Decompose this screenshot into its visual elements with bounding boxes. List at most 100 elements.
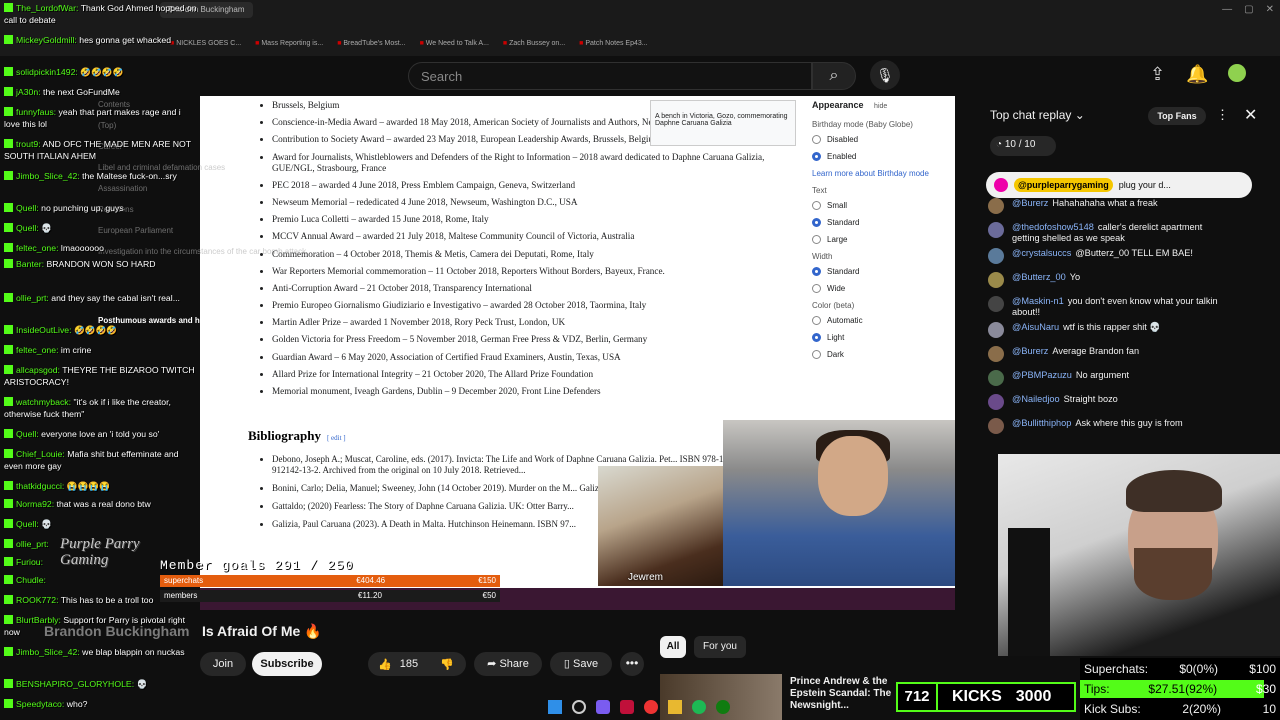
twitch-chat-message[interactable]: ollie_prt: and they say the cabal isn't … bbox=[0, 292, 198, 304]
twitch-chat-message[interactable]: Quell: no punching up, guys bbox=[0, 202, 198, 214]
twitch-username[interactable]: Quell: bbox=[16, 519, 41, 529]
chat-username[interactable]: @crystalsuccs bbox=[1012, 248, 1071, 258]
chip-for-you[interactable]: For you bbox=[694, 636, 746, 658]
join-button[interactable]: Join bbox=[200, 652, 246, 676]
twitch-chat-message[interactable]: feltec_one: im crine bbox=[0, 344, 198, 356]
twitch-username[interactable]: Quell: bbox=[16, 223, 41, 233]
radio-option[interactable]: Wide bbox=[812, 284, 952, 293]
twitch-chat-message[interactable]: feltec_one: lmaoooooo bbox=[0, 242, 198, 254]
twitch-username[interactable]: Furiou: bbox=[16, 557, 43, 567]
video-player[interactable]: Brussels, Belgium Conscience-in-Media Aw… bbox=[200, 96, 955, 610]
chat-message[interactable]: @crystalsuccs @Butterz_00 TELL EM BAE! bbox=[988, 246, 1228, 268]
twitch-username[interactable]: feltec_one: bbox=[16, 243, 61, 253]
bookmark[interactable]: Mass Reporting is... bbox=[255, 40, 323, 47]
chat-username[interactable]: @Burerz bbox=[1012, 346, 1048, 356]
close-icon[interactable]: ✕ bbox=[1244, 105, 1257, 125]
twitch-username[interactable]: thatkidgucci: bbox=[16, 481, 67, 491]
radio-option[interactable]: Light bbox=[812, 333, 952, 342]
radio-option[interactable]: Large bbox=[812, 235, 952, 244]
chat-username[interactable]: @Maskin-n1 bbox=[1012, 296, 1064, 306]
twitch-username[interactable]: solidpickin1492: bbox=[16, 67, 80, 77]
birthday-link[interactable]: Learn more about Birthday mode bbox=[812, 169, 952, 178]
twitch-chat-message[interactable]: InsideOutLive: 🤣🤣🤣🤣 bbox=[0, 324, 198, 336]
twitch-username[interactable]: Banter: bbox=[16, 259, 46, 269]
twitch-chat-message[interactable]: MickeyGoldmill: hes gonna get whacked bbox=[0, 34, 198, 46]
twitch-chat-message[interactable]: thatkidgucci: 😭😭😭😭 bbox=[0, 480, 198, 492]
chat-username[interactable]: @Bullitthiphop bbox=[1012, 418, 1071, 428]
twitch-chat-message[interactable]: Banter: BRANDON WON SO HARD bbox=[0, 258, 198, 270]
twitch-chat-message[interactable]: Jimbo_Slice_42: we blap blappin on nucka… bbox=[0, 646, 198, 658]
radio-option[interactable]: Automatic bbox=[812, 316, 952, 325]
twitch-chat-message[interactable]: allcapsgod: THEYRE THE BIZAROO TWITCH AR… bbox=[0, 364, 198, 388]
chat-header[interactable]: Top chat replay ⌄ bbox=[990, 108, 1085, 122]
twitch-chat-message[interactable]: funnyfaus: yeah that part makes rage and… bbox=[0, 106, 198, 130]
thumbs-down-icon[interactable]: 👎 bbox=[440, 658, 454, 671]
more-actions-button[interactable]: ••• bbox=[620, 652, 644, 676]
chat-message[interactable]: @AisuNaru wtf is this rapper shit 💀 bbox=[988, 320, 1228, 342]
twitch-username[interactable]: Jimbo_Slice_42: bbox=[16, 171, 82, 181]
notifications-icon[interactable]: 🔔 bbox=[1186, 64, 1208, 85]
search-taskbar-icon[interactable] bbox=[572, 700, 586, 714]
chat-message[interactable]: @Maskin-n1 you don't even know what your … bbox=[988, 294, 1228, 318]
twitch-username[interactable]: ollie_prt: bbox=[16, 539, 49, 549]
twitch-chat-message[interactable]: Quell: 💀 bbox=[0, 222, 198, 234]
chat-message[interactable]: @Nailedjoo Straight bozo bbox=[988, 392, 1228, 414]
chip-all[interactable]: All bbox=[660, 636, 686, 658]
chat-message[interactable]: @Burerz Hahahahaha what a freak bbox=[988, 196, 1228, 218]
twitch-username[interactable]: watchmyback: bbox=[16, 397, 73, 407]
voice-search-button[interactable]: 🎙 bbox=[870, 60, 900, 90]
twitch-chat-message[interactable]: jA30n: the next GoFundMe bbox=[0, 86, 198, 98]
twitch-chat-message[interactable]: Jimbo_Slice_42: the Maltese fuck-on...sr… bbox=[0, 170, 198, 182]
search-input[interactable]: Search bbox=[408, 62, 812, 90]
twitch-chat-message[interactable]: BlurtBarbly: Support for Parry is pivota… bbox=[0, 614, 198, 638]
like-button[interactable]: 👍 185 👎 bbox=[368, 652, 466, 676]
twitch-chat-message[interactable]: Furiou: bbox=[0, 556, 198, 568]
twitch-chat-message[interactable]: The_LordofWar: Thank God Ahmed hopped on… bbox=[0, 2, 198, 26]
chat-username[interactable]: @Nailedjoo bbox=[1012, 394, 1060, 404]
search-button[interactable]: ⌕ bbox=[812, 62, 856, 90]
twitch-username[interactable]: The_LordofWar: bbox=[16, 3, 81, 13]
radio-option[interactable]: Disabled bbox=[812, 135, 952, 144]
twitch-chat-message[interactable]: watchmyback: "it's ok if i like the crea… bbox=[0, 396, 198, 420]
twitch-username[interactable]: trout9: bbox=[16, 139, 43, 149]
spotify-icon[interactable] bbox=[692, 700, 706, 714]
twitch-username[interactable]: Norma92: bbox=[16, 499, 57, 509]
twitch-username[interactable]: ROOK772: bbox=[16, 595, 61, 605]
pinned-message[interactable]: @purpleparrygaming plug your d... bbox=[986, 172, 1252, 198]
chat-menu-icon[interactable]: ⋮ bbox=[1216, 107, 1229, 123]
twitch-username[interactable]: Quell: bbox=[16, 203, 41, 213]
bookmark[interactable]: BreadTube's Most... bbox=[337, 40, 405, 47]
twitch-chat-message[interactable]: Norma92: that was a real dono btw bbox=[0, 498, 198, 510]
twitch-username[interactable]: InsideOutLive: bbox=[16, 325, 74, 335]
radio-option[interactable]: Small bbox=[812, 201, 952, 210]
twitch-chat-message[interactable]: ollie_prt: bbox=[0, 538, 198, 550]
xbox-icon[interactable] bbox=[716, 700, 730, 714]
windows-start-icon[interactable] bbox=[548, 700, 562, 714]
maximize-icon[interactable]: ▢ bbox=[1244, 4, 1253, 15]
close-window-icon[interactable]: ✕ bbox=[1266, 4, 1274, 15]
twitch-username[interactable]: Speedytaco: bbox=[16, 699, 67, 709]
twitch-chat-message[interactable]: Chief_Louie: Mafia shit but effeminate a… bbox=[0, 448, 198, 472]
twitch-username[interactable]: Jimbo_Slice_42: bbox=[16, 647, 82, 657]
chat-message[interactable]: @Bullitthiphop Ask where this guy is from bbox=[988, 416, 1228, 438]
twitch-username[interactable]: Chief_Louie: bbox=[16, 449, 67, 459]
chat-username[interactable]: @thedofoshow5148 bbox=[1012, 222, 1094, 232]
radio-option[interactable]: Standard bbox=[812, 218, 952, 227]
chat-username[interactable]: @Butterz_00 bbox=[1012, 272, 1066, 282]
twitch-username[interactable]: BENSHAPIRO_GLORYHOLE: bbox=[16, 679, 137, 689]
twitch-username[interactable]: BlurtBarbly: bbox=[16, 615, 63, 625]
bookmark[interactable]: Zach Bussey on... bbox=[503, 40, 565, 47]
chat-username[interactable]: @PBMPazuzu bbox=[1012, 370, 1072, 380]
twitch-username[interactable]: Quell: bbox=[16, 429, 41, 439]
chat-username[interactable]: @AisuNaru bbox=[1012, 322, 1059, 332]
discord-icon[interactable] bbox=[596, 700, 610, 714]
twitch-chat-message[interactable]: Quell: everyone love an 'i told you so' bbox=[0, 428, 198, 440]
twitch-chat-message[interactable]: ROOK772: This has to be a troll too bbox=[0, 594, 198, 606]
twitch-chat-message[interactable]: solidpickin1492: 🤣🤣🤣🤣 bbox=[0, 66, 198, 78]
hide-link[interactable]: hide bbox=[874, 103, 887, 110]
chat-message[interactable]: @thedofoshow5148 caller's derelict apartm… bbox=[988, 220, 1228, 244]
twitch-username[interactable]: MickeyGoldmill: bbox=[16, 35, 79, 45]
radio-option[interactable]: Standard bbox=[812, 267, 952, 276]
twitch-chat-message[interactable]: trout9: AND OFC THE MADE MEN ARE NOT SOU… bbox=[0, 138, 198, 162]
chat-message[interactable]: @Butterz_00 Yo bbox=[988, 270, 1228, 292]
